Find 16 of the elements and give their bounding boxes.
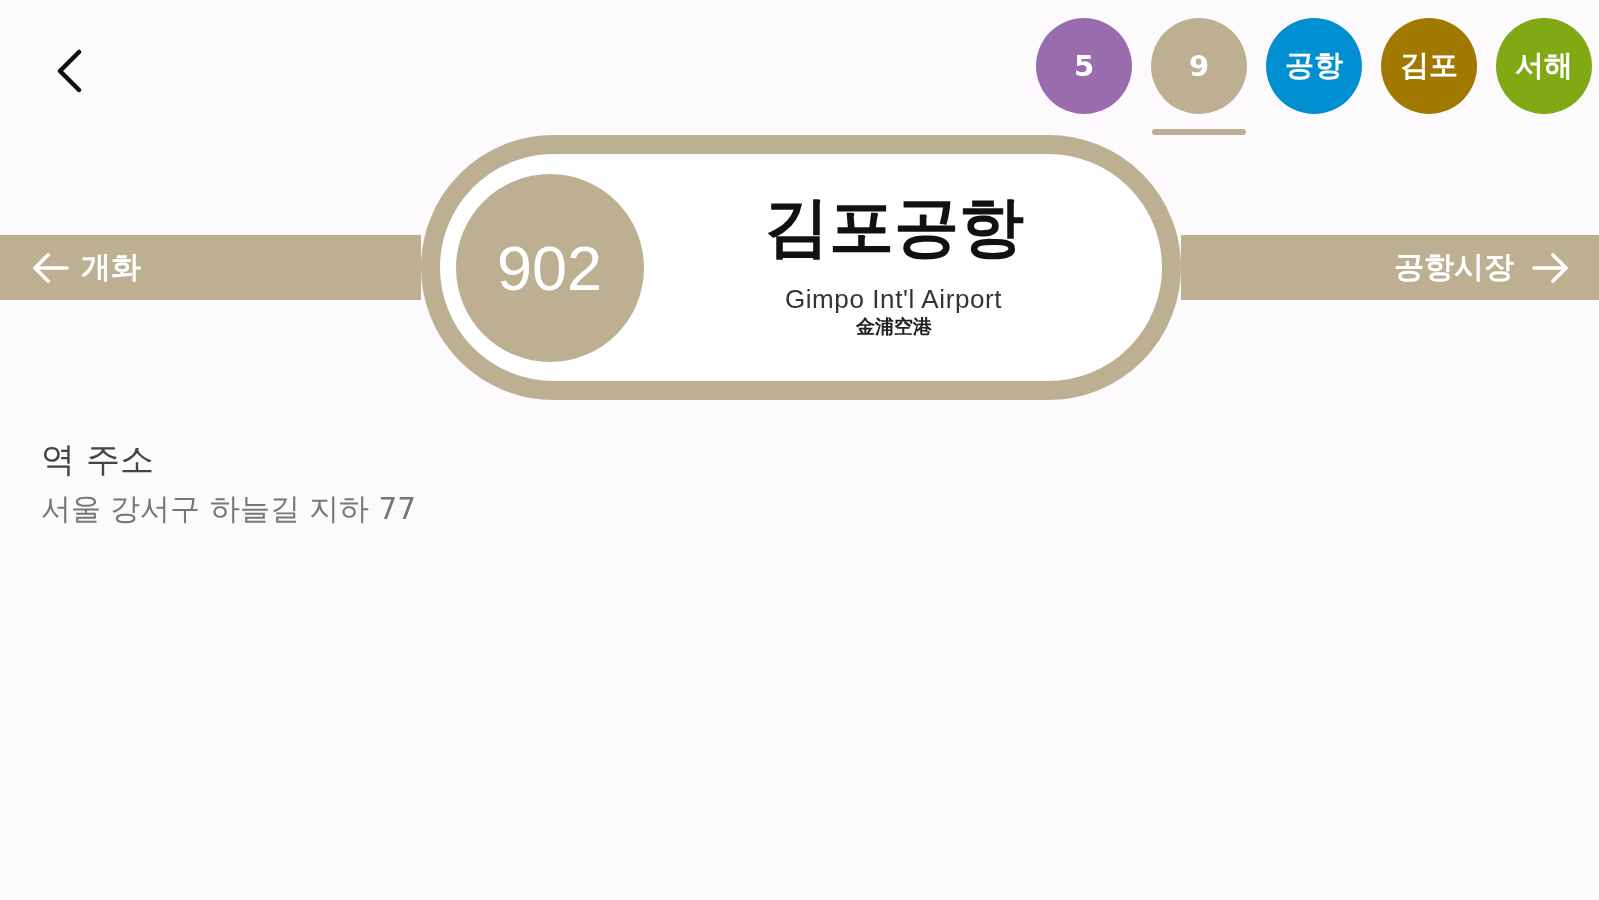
line-tab[interactable]: 5 [1036,18,1132,114]
station-name: 김포공항 [763,187,1024,266]
next-station-button[interactable]: 공항시장 [1394,247,1568,288]
address-heading: 역 주소 [41,440,154,480]
line-tab[interactable]: 서해 [1496,18,1592,114]
right-arrow-icon [1532,252,1568,283]
station-name-hanja: 金浦空港 [855,313,932,338]
line-tab[interactable]: 9 [1151,18,1247,114]
left-arrow-icon [33,252,69,283]
previous-station-button[interactable]: 개화 [33,247,141,288]
address-text: 서울 강서구 하늘길 지하 77 [41,492,417,526]
line-tab[interactable]: 공항 [1266,18,1362,114]
line-tab[interactable]: 김포 [1381,18,1477,114]
back-icon [55,49,83,93]
station-name-english: Gimpo Int'l Airport [784,283,1003,314]
station-number: 902 [455,173,644,362]
